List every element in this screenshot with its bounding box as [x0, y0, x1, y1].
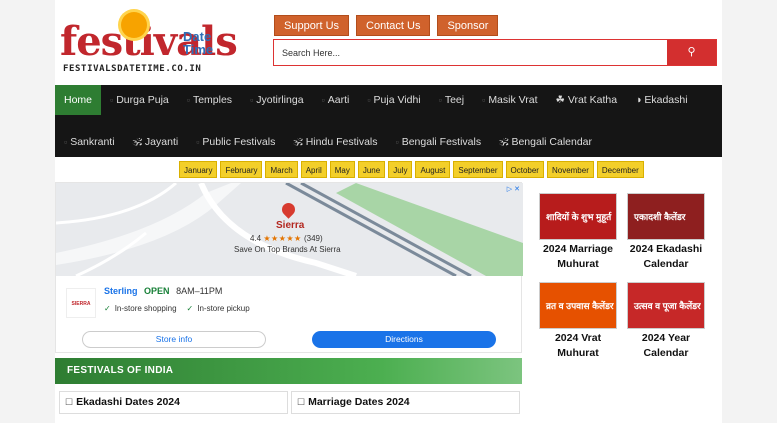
- ad-map[interactable]: Sierra 4.4 ★★★★★ (349) Save On Top Brand…: [56, 183, 523, 276]
- card-image: व्रत व उपवास कैलेंडर: [539, 282, 617, 329]
- place-rating: 4.4 ★★★★★ (349): [250, 234, 323, 243]
- brand-logo: SIERRA: [66, 288, 96, 318]
- card-image: एकादशी कैलेंडर: [627, 193, 705, 240]
- card-image: शादियों के शुभ मुहूर्त: [539, 193, 617, 240]
- sun-icon: [121, 12, 147, 38]
- nav-item-ekadashi[interactable]: ◑ Ekadashi: [626, 85, 696, 115]
- nav-item-vrat-katha[interactable]: ☘ Vrat Katha: [547, 85, 627, 115]
- store-info-button[interactable]: Store info: [82, 331, 266, 348]
- search-icon: ⚲: [687, 46, 696, 58]
- month-june[interactable]: June: [357, 161, 386, 178]
- nav-item-bengali-festivals[interactable]: ▫ Bengali Festivals: [387, 127, 491, 157]
- card-ekadashi-calendar[interactable]: एकादशी कैलेंडर 2024 Ekadashi Calendar: [627, 193, 705, 272]
- month-july[interactable]: July: [388, 161, 413, 178]
- nav-item-public-festivals[interactable]: ▫ Public Festivals: [187, 127, 284, 157]
- site-logo[interactable]: festivals Date Time FESTIVALSDATETIME.CO…: [60, 8, 238, 78]
- logo-date-time: Date Time: [183, 29, 214, 57]
- nav-row-2: ▫ Sankranti 🕉 Jayanti ▫ Public Festivals 🕉…: [55, 127, 601, 157]
- nav-item-puja-vidhi[interactable]: ▫ Puja Vidhi: [358, 85, 429, 115]
- support-us-button[interactable]: Support Us: [274, 15, 350, 36]
- card-vrat-muhurat[interactable]: व्रत व उपवास कैलेंडर 2024 Vrat Muhurat: [539, 282, 617, 361]
- ad-tagline: Save On Top Brands At Sierra: [234, 245, 341, 254]
- search-bar: ⚲: [273, 39, 717, 66]
- top-buttons: Support Us Contact Us Sponsor: [274, 15, 499, 36]
- month-august[interactable]: August: [415, 161, 451, 178]
- month-november[interactable]: November: [546, 161, 594, 178]
- month-april[interactable]: April: [300, 161, 327, 178]
- nav-item-bengali-calendar[interactable]: 🕉 Bengali Calendar: [490, 127, 601, 157]
- card-label: 2024 Year Calendar: [641, 332, 691, 359]
- nav-item-hindu-festivals[interactable]: 🕉 Hindu Festivals: [284, 127, 386, 157]
- menu-bullet-icon: ▫: [482, 95, 486, 105]
- nav-item-jayanti[interactable]: 🕉 Jayanti: [124, 127, 188, 157]
- main-nav: Home ▫ Durga Puja ▫ Temples ▫ Jyotirlinga ▫…: [55, 85, 722, 157]
- nav-item-masik-vrat[interactable]: ▫ Masik Vrat: [473, 85, 546, 115]
- card-label: 2024 Ekadashi Calendar: [629, 243, 703, 270]
- festival-link-ekadashi[interactable]: ☐ Ekadashi Dates 2024: [59, 391, 288, 414]
- month-march[interactable]: March: [265, 161, 298, 178]
- nav-item-sankranti[interactable]: ▫ Sankranti: [55, 127, 124, 157]
- festivals-heading: FESTIVALS OF INDIA: [55, 358, 522, 384]
- card-label: 2024 Marriage Muhurat: [542, 243, 614, 270]
- logo-domain: FESTIVALSDATETIME.CO.IN: [63, 64, 202, 74]
- menu-bullet-icon: ▫: [395, 137, 399, 147]
- month-february[interactable]: February: [220, 161, 263, 178]
- list-bullet-icon: ☐: [65, 397, 74, 407]
- check-icon: ✓: [186, 304, 194, 313]
- check-icon: ✓: [104, 304, 111, 313]
- list-bullet-icon: ☐: [297, 397, 306, 407]
- nav-item-home[interactable]: Home: [55, 85, 102, 115]
- nav-item-aarti[interactable]: ▫ Aarti: [313, 85, 359, 115]
- sponsor-button[interactable]: Sponsor: [437, 15, 499, 36]
- menu-bullet-icon: ▫: [186, 95, 190, 105]
- map-ad[interactable]: Sierra 4.4 ★★★★★ (349) Save On Top Brand…: [55, 182, 523, 354]
- nav-item-jyotirlinga[interactable]: ▫ Jyotirlinga: [241, 85, 312, 115]
- place-name: Sierra: [276, 220, 305, 231]
- card-year-calendar[interactable]: उत्सव व पूजा कैलेंडर 2024 Year Calendar: [627, 282, 705, 361]
- month-september[interactable]: September: [453, 161, 503, 178]
- page: festivals Date Time FESTIVALSDATETIME.CO…: [55, 0, 722, 423]
- search-button[interactable]: ⚲: [667, 40, 716, 65]
- menu-bullet-icon: ▫: [438, 95, 442, 105]
- ad-store-info: SIERRA Sterling OPEN 8AM–11PM ✓ In-store …: [56, 276, 523, 354]
- nav-item-teej[interactable]: ▫ Teej: [430, 85, 473, 115]
- card-image: उत्सव व पूजा कैलेंडर: [627, 282, 705, 329]
- search-input[interactable]: [274, 40, 668, 65]
- store-features: ✓ In-store shopping ✓ In-store pickup: [104, 304, 250, 313]
- month-december[interactable]: December: [596, 161, 644, 178]
- card-marriage-muhurat[interactable]: शादियों के शुभ मुहूर्त 2024 Marriage Muh…: [539, 193, 617, 272]
- nav-row-1: Home ▫ Durga Puja ▫ Temples ▫ Jyotirlinga ▫…: [55, 85, 697, 115]
- menu-bullet-icon: ▫: [321, 95, 325, 105]
- directions-button[interactable]: Directions: [312, 331, 496, 348]
- month-october[interactable]: October: [505, 161, 544, 178]
- month-bar: January February March April May June Ju…: [179, 161, 644, 178]
- nav-item-temples[interactable]: ▫ Temples: [178, 85, 241, 115]
- store-status: Sterling OPEN 8AM–11PM: [104, 286, 223, 296]
- month-may[interactable]: May: [329, 161, 355, 178]
- adchoices-icon[interactable]: ▷ ✕: [507, 185, 520, 193]
- card-label: 2024 Vrat Muhurat: [554, 332, 602, 359]
- menu-bullet-icon: ▫: [110, 95, 114, 105]
- menu-bullet-icon: ▫: [196, 137, 200, 147]
- contact-us-button[interactable]: Contact Us: [356, 15, 431, 36]
- festival-link-marriage[interactable]: ☐ Marriage Dates 2024: [291, 391, 520, 414]
- star-rating-icon: ★★★★★: [263, 234, 302, 243]
- menu-bullet-icon: ▫: [250, 95, 254, 105]
- menu-bullet-icon: ▫: [64, 137, 68, 147]
- nav-item-durga-puja[interactable]: ▫ Durga Puja: [101, 85, 178, 115]
- month-january[interactable]: January: [179, 161, 218, 178]
- menu-bullet-icon: ▫: [367, 95, 371, 105]
